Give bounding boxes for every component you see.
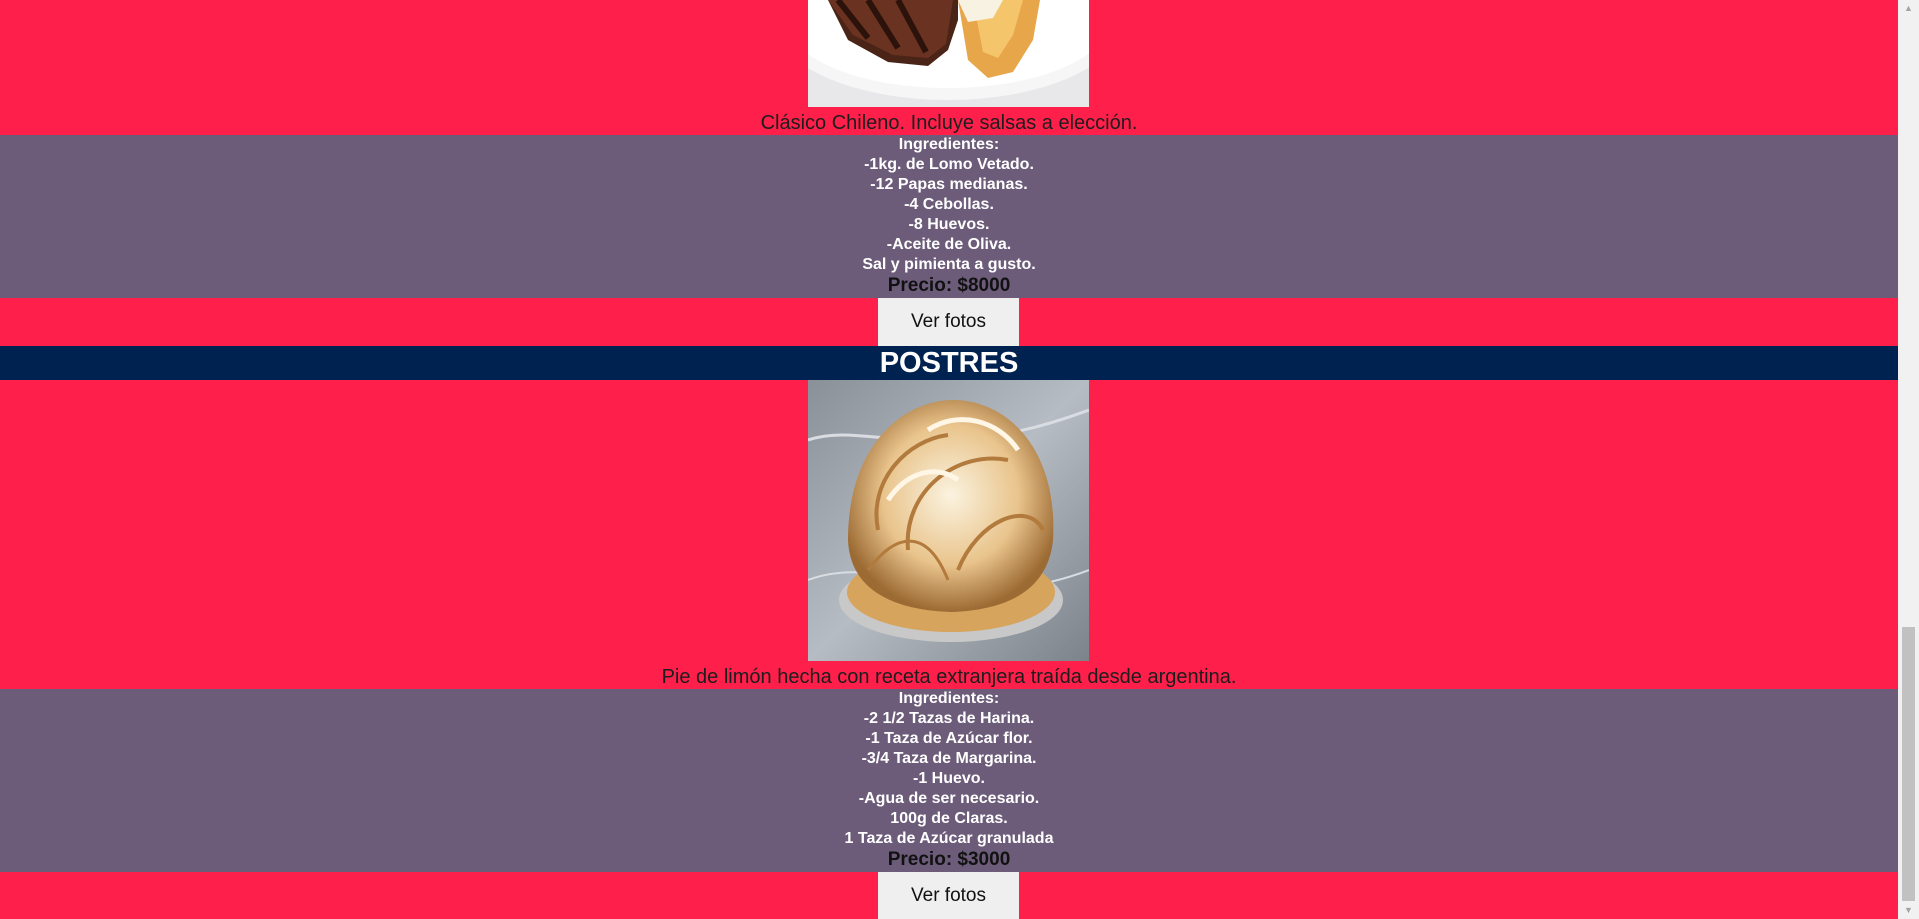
steak-photo <box>808 0 1089 107</box>
ingredients-line: 1 Taza de Azúcar granulada <box>844 830 1054 847</box>
ingredients-line: -1 Huevo. <box>912 770 985 787</box>
item-description: Clásico Chileno. Incluye salsas a elecci… <box>760 112 1138 134</box>
steak-image <box>808 0 1089 107</box>
ingredients-line: -12 Papas medianas. <box>870 176 1028 193</box>
ingredients-panel: Ingredientes: -2 1/2 Tazas de Harina. -1… <box>0 689 1898 872</box>
ver-fotos-button[interactable]: Ver fotos <box>878 872 1019 919</box>
ingredients-line: Ingredientes: <box>898 136 1000 153</box>
ingredients-line: -Aceite de Oliva. <box>886 236 1012 253</box>
scroll-down-arrow-icon[interactable]: ▼ <box>1898 902 1919 919</box>
ingredients-line: -3/4 Taza de Margarina. <box>861 750 1037 767</box>
ingredients-line: 100g de Claras. <box>890 810 1008 827</box>
ver-fotos-button[interactable]: Ver fotos <box>878 298 1019 346</box>
vertical-scrollbar[interactable]: ▲ ▼ <box>1898 0 1919 919</box>
lemon-pie-photo <box>808 380 1089 661</box>
ingredients-line: -2 1/2 Tazas de Harina. <box>863 710 1035 727</box>
lemon-pie-image <box>808 380 1089 661</box>
ingredients-line: -Agua de ser necesario. <box>858 790 1040 807</box>
section-title-postres: POSTRES <box>0 346 1898 380</box>
ingredients-line: -1kg. de Lomo Vetado. <box>864 156 1034 173</box>
ingredients-line: Sal y pimienta a gusto. <box>862 256 1036 273</box>
scroll-up-arrow-icon[interactable]: ▲ <box>1898 0 1919 17</box>
ingredients-line: -4 Cebollas. <box>904 196 994 213</box>
ingredients-line: -1 Taza de Azúcar flor. <box>865 730 1033 747</box>
scrollbar-thumb[interactable] <box>1902 627 1915 901</box>
item-price: Precio: $8000 <box>887 275 1011 296</box>
ingredients-line: Ingredientes: <box>898 690 1000 707</box>
item-price: Precio: $3000 <box>887 849 1011 870</box>
ingredients-line: -8 Huevos. <box>908 216 990 233</box>
ingredients-panel: Ingredientes: -1kg. de Lomo Vetado. -12 … <box>0 135 1898 298</box>
item-description: Pie de limón hecha con receta extranjera… <box>661 666 1237 688</box>
page-viewport: Clásico Chileno. Incluye salsas a elecci… <box>0 0 1898 919</box>
